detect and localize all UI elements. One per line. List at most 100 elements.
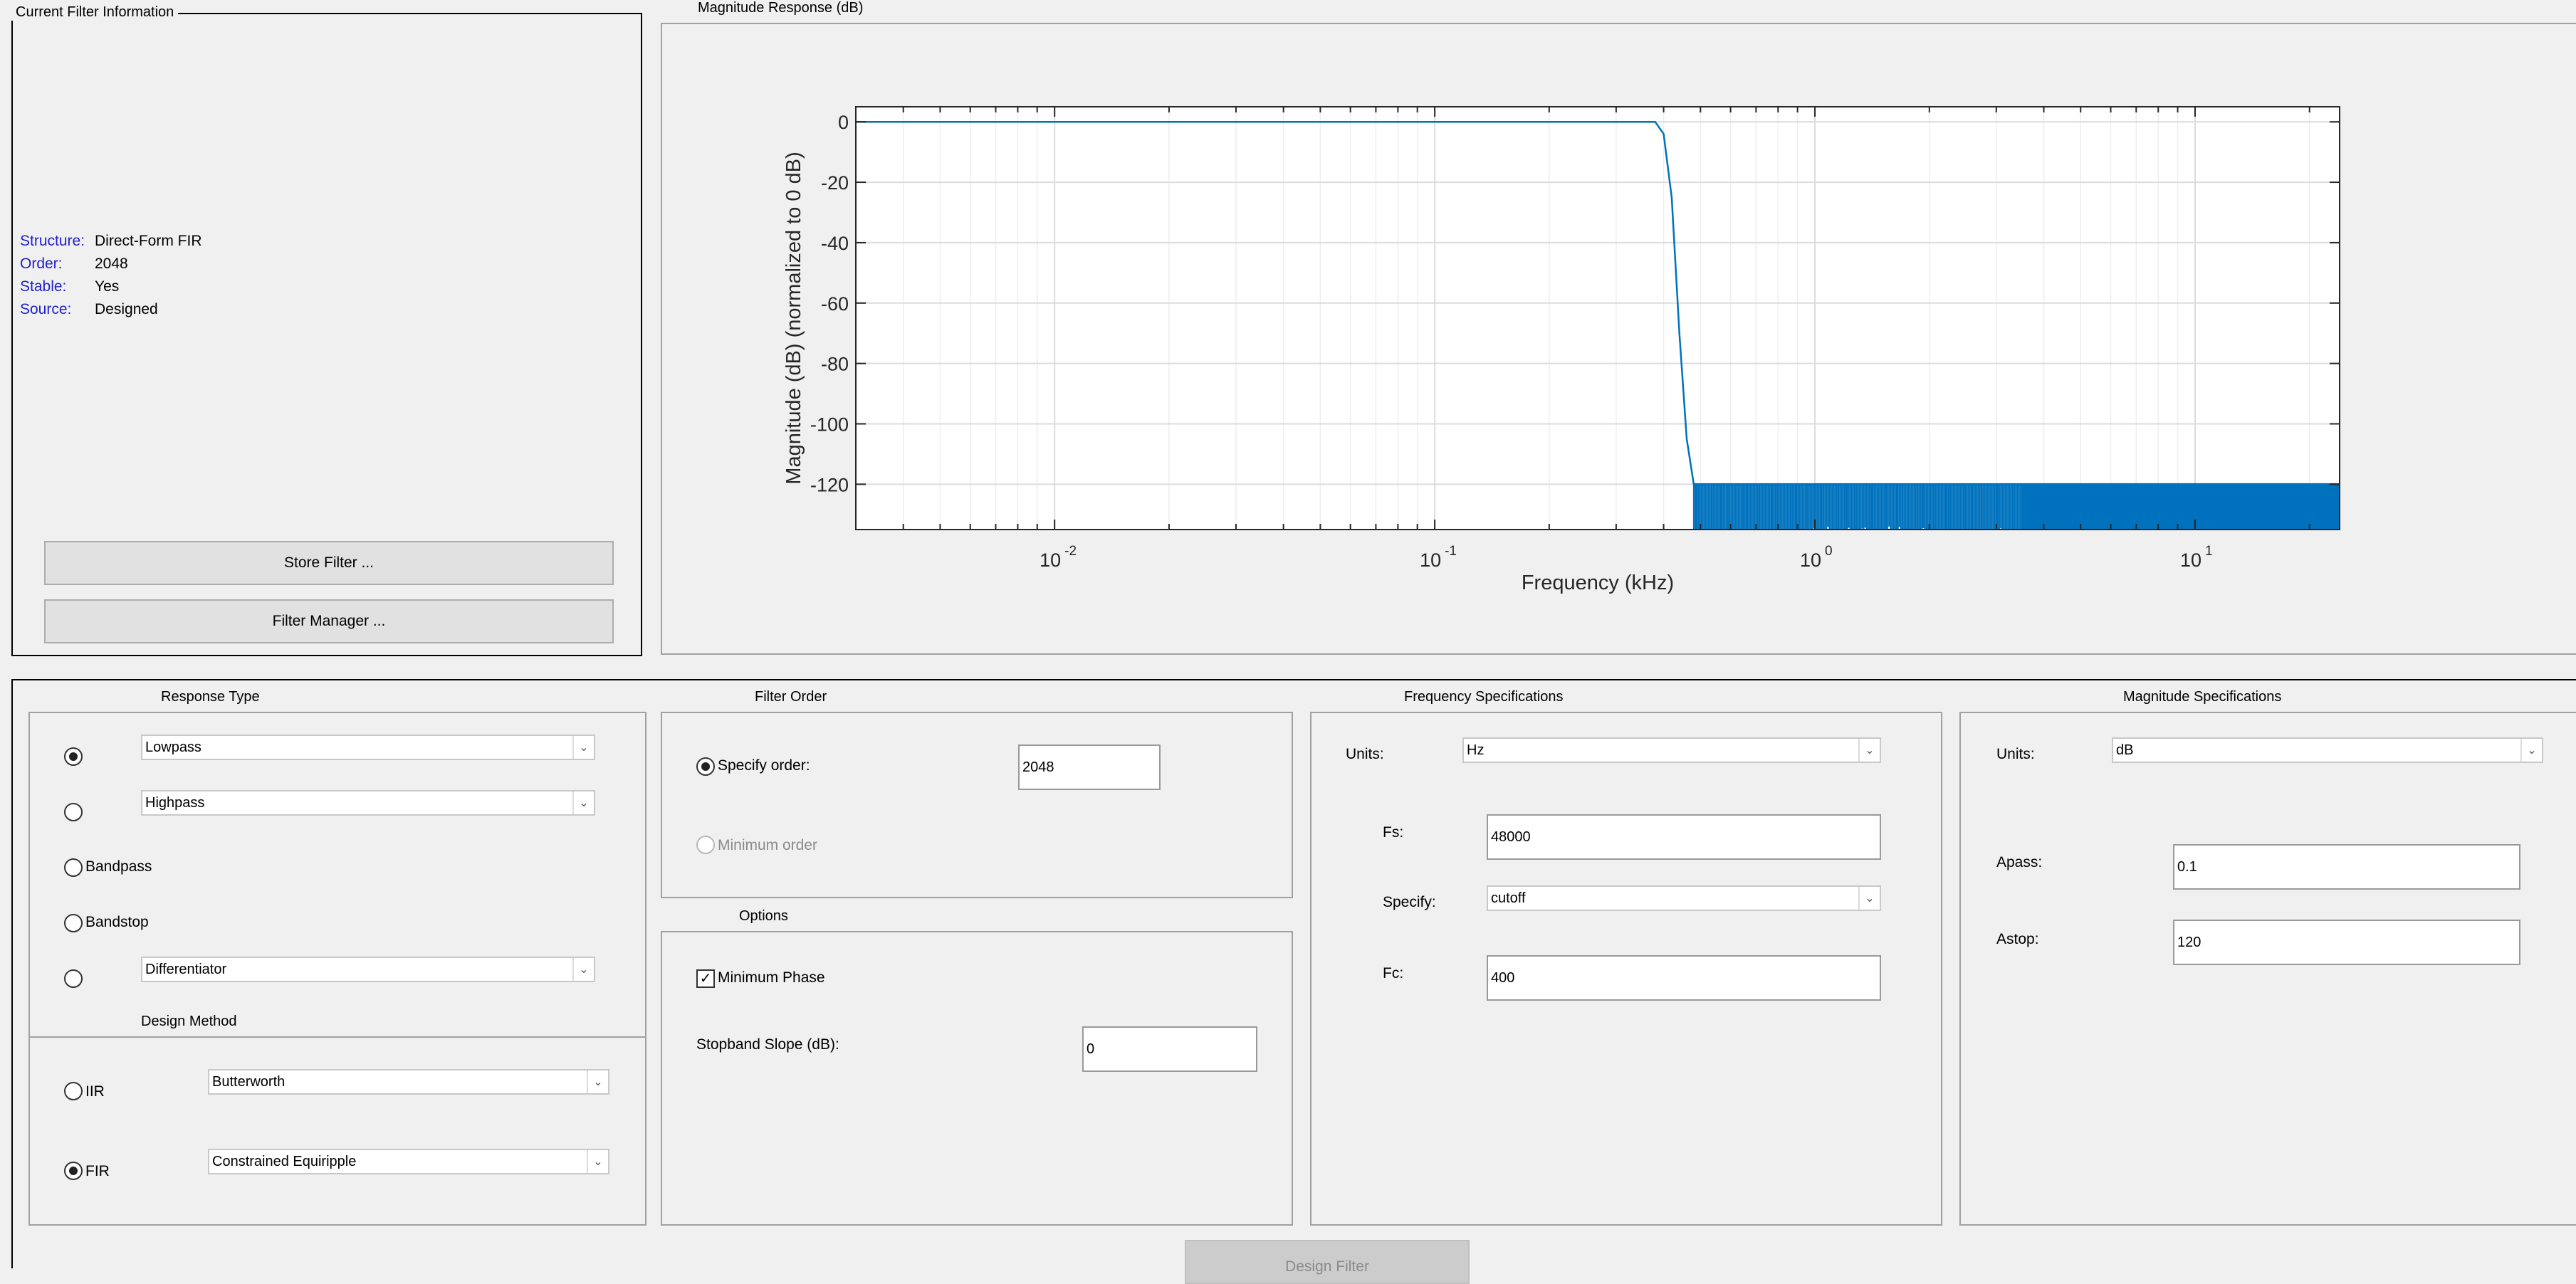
specify-order-label[interactable]: Specify order: — [718, 757, 810, 774]
plot-area — [856, 107, 2340, 530]
minimum-order-label[interactable]: Minimum order — [718, 837, 817, 854]
x-tick-exponent: -2 — [1064, 544, 1077, 559]
source-label: Source: — [20, 301, 72, 317]
x-tick-exponent: -1 — [1445, 544, 1457, 559]
highpass-select-value: Highpass — [145, 794, 205, 811]
chevron-down-icon: ⌄ — [572, 958, 594, 981]
stopband-slope-input[interactable]: 0 — [1082, 1026, 1257, 1072]
filter-manager-button[interactable]: Filter Manager ... — [44, 599, 614, 643]
chevron-down-icon: ⌄ — [1858, 739, 1880, 762]
fc-input[interactable]: 400 — [1487, 955, 1881, 1001]
fs-input[interactable]: 48000 — [1487, 814, 1881, 860]
specify-label: Specify: — [1383, 894, 1436, 910]
y-tick-label: 0 — [838, 112, 849, 133]
y-tick-label: -60 — [821, 293, 849, 315]
magnitude-specs-group — [1959, 712, 2576, 1226]
y-tick-label: -80 — [821, 354, 849, 375]
bandstop-radio[interactable] — [64, 914, 83, 932]
chevron-down-icon: ⌄ — [572, 736, 594, 759]
highpass-select[interactable]: Highpass ⌄ — [141, 790, 595, 816]
x-tick-label: 10 — [2180, 549, 2201, 571]
fc-label: Fc: — [1383, 965, 1404, 982]
mag-units-select[interactable]: dB ⌄ — [2112, 737, 2543, 763]
iir-method-select[interactable]: Butterworth ⌄ — [208, 1069, 609, 1095]
x-tick-exponent: 0 — [1825, 544, 1833, 559]
x-axis-label: Frequency (kHz) — [1522, 572, 1674, 594]
specify-select[interactable]: cutoff ⌄ — [1487, 885, 1881, 911]
stable-value: Yes — [95, 278, 120, 295]
chevron-down-icon: ⌄ — [572, 791, 594, 814]
filter-order-group — [661, 712, 1293, 898]
stopband-slope-label: Stopband Slope (dB): — [696, 1036, 839, 1053]
stopband-fill — [2021, 484, 2340, 530]
y-axis-label: Magnitude (dB) (normalized to 0 dB) — [782, 152, 805, 484]
y-tick-label: -40 — [821, 233, 849, 254]
x-tick-label: 10 — [1800, 549, 1821, 571]
astop-label: Astop: — [1996, 931, 2039, 947]
chevron-down-icon: ⌄ — [1858, 887, 1880, 910]
structure-label: Structure: — [20, 233, 85, 249]
apass-input[interactable]: 0.1 — [2173, 844, 2520, 890]
current-filter-info-title: Current Filter Information — [11, 4, 179, 21]
lowpass-select[interactable]: Lowpass ⌄ — [141, 735, 595, 760]
order-input[interactable]: 2048 — [1018, 744, 1161, 790]
differentiator-radio[interactable] — [64, 969, 83, 988]
minimum-phase-checkbox[interactable]: ✓ — [696, 969, 715, 988]
frequency-specs-title: Frequency Specifications — [1347, 689, 1621, 705]
magnitude-response-chart: 0-20-40-60-80-100-12010 -2 10 -1 10 0 10 1 Freq… — [782, 106, 2340, 594]
bandpass-label[interactable]: Bandpass — [85, 858, 152, 875]
stopband-lobes — [1692, 484, 2023, 530]
apass-label: Apass: — [1996, 854, 2043, 870]
fs-label: Fs: — [1383, 824, 1404, 841]
y-tick-label: -120 — [810, 474, 849, 495]
freq-units-select[interactable]: Hz ⌄ — [1462, 737, 1881, 763]
freq-units-select-value: Hz — [1467, 742, 1485, 758]
x-tick-label: 10 — [1420, 549, 1441, 571]
x-tick-label: 10 — [1040, 549, 1061, 571]
filter-order-title: Filter Order — [733, 689, 849, 705]
highpass-radio[interactable] — [64, 803, 83, 821]
iir-method-select-value: Butterworth — [212, 1073, 286, 1090]
chevron-down-icon: ⌄ — [587, 1070, 608, 1093]
chevron-down-icon: ⌄ — [2520, 739, 2542, 762]
mag-units-label: Units: — [1996, 746, 2035, 762]
stopband-ripple — [1692, 483, 2340, 530]
fir-method-select-value: Constrained Equiripple — [212, 1153, 357, 1169]
x-tick-exponent: 1 — [2205, 544, 2213, 559]
structure-value: Direct-Form FIR — [95, 233, 202, 249]
freq-units-label: Units: — [1346, 746, 1384, 762]
minimum-order-radio[interactable] — [696, 836, 715, 854]
fir-method-select[interactable]: Constrained Equiripple ⌄ — [208, 1149, 609, 1174]
iir-radio[interactable] — [64, 1082, 83, 1100]
fir-radio[interactable] — [64, 1162, 83, 1180]
magnitude-response-title: Magnitude Response (dB) — [693, 0, 868, 16]
mag-units-select-value: dB — [2116, 742, 2134, 758]
minimum-phase-label[interactable]: Minimum Phase — [718, 969, 825, 986]
source-value: Designed — [95, 301, 158, 317]
design-filter-button[interactable]: Design Filter — [1185, 1240, 1470, 1284]
bandstop-label[interactable]: Bandstop — [85, 914, 149, 931]
specify-order-radio[interactable] — [696, 757, 715, 776]
magnitude-specs-title: Magnitude Specifications — [1998, 689, 2407, 705]
design-filter-button-label: Design Filter — [1285, 1258, 1369, 1275]
response-type-title: Response Type — [140, 689, 281, 705]
y-tick-label: -20 — [821, 172, 849, 194]
options-title: Options — [718, 908, 810, 925]
lowpass-radio[interactable] — [64, 747, 83, 766]
response-other-select-value: Differentiator — [145, 961, 227, 977]
response-other-select[interactable]: Differentiator ⌄ — [141, 957, 595, 982]
order-value: 2048 — [95, 256, 128, 272]
stable-label: Stable: — [20, 278, 67, 295]
astop-input[interactable]: 120 — [2173, 920, 2520, 965]
chevron-down-icon: ⌄ — [587, 1150, 608, 1173]
design-method-title: Design Method — [120, 1014, 258, 1030]
group-divider — [28, 1036, 646, 1038]
specify-select-value: cutoff — [1491, 890, 1526, 906]
bandpass-radio[interactable] — [64, 858, 83, 877]
store-filter-button[interactable]: Store Filter ... — [44, 541, 614, 585]
y-tick-label: -100 — [810, 414, 849, 436]
lowpass-select-value: Lowpass — [145, 739, 201, 755]
iir-label[interactable]: IIR — [85, 1083, 105, 1100]
order-label: Order: — [20, 256, 63, 272]
fir-label[interactable]: FIR — [85, 1163, 110, 1180]
